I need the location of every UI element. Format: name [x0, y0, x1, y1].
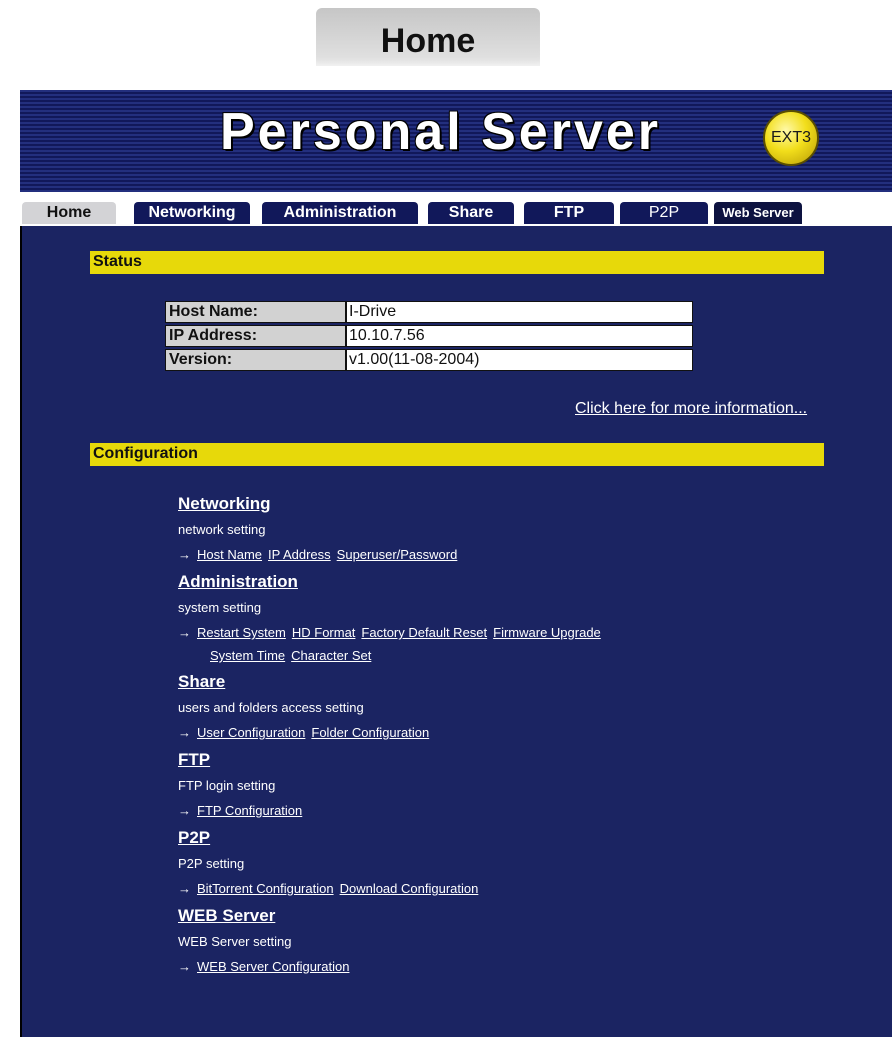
version-label: Version:	[165, 349, 346, 371]
main-nav: Home Networking Administration Share FTP…	[20, 192, 892, 226]
hd-format-link[interactable]: HD Format	[292, 625, 356, 640]
tab-home[interactable]: Home	[22, 202, 116, 224]
administration-link[interactable]: Administration	[178, 572, 298, 592]
status-heading-bar: Status	[90, 251, 824, 274]
networking-links: → Host Name IP Address Superuser/Password	[178, 547, 463, 562]
status-heading: Status	[93, 253, 142, 270]
ip-address-value: 10.10.7.56	[346, 325, 693, 347]
ftp-links: → FTP Configuration	[178, 803, 308, 818]
networking-link[interactable]: Networking	[178, 494, 271, 514]
tab-networking[interactable]: Networking	[134, 202, 250, 224]
arrow-icon: →	[178, 959, 191, 974]
ip-address-link[interactable]: IP Address	[268, 547, 331, 562]
version-value: v1.00(11-08-2004)	[346, 349, 693, 371]
tab-ftp[interactable]: FTP	[524, 202, 614, 224]
main-panel: Status Host Name: I-Drive IP Address: 10…	[20, 226, 892, 1037]
tab-web-server[interactable]: Web Server	[714, 202, 802, 224]
page-caption-text: Home	[380, 22, 476, 60]
character-set-link[interactable]: Character Set	[291, 648, 371, 663]
web-server-links: → WEB Server Configuration	[178, 959, 355, 974]
tab-p2p[interactable]: P2P	[620, 202, 708, 224]
ftp-link[interactable]: FTP	[178, 750, 210, 770]
host-name-label: Host Name:	[165, 301, 346, 323]
p2p-link[interactable]: P2P	[178, 828, 210, 848]
p2p-links: → BitTorrent Configuration Download Config…	[178, 881, 484, 896]
arrow-icon: →	[178, 803, 191, 818]
host-name-value: I-Drive	[346, 301, 693, 323]
arrow-icon: →	[178, 625, 191, 640]
arrow-icon: →	[178, 725, 191, 740]
arrow-icon: →	[178, 881, 191, 896]
bittorrent-configuration-link[interactable]: BitTorrent Configuration	[197, 881, 334, 896]
more-information-link[interactable]: Click here for more information...	[575, 400, 807, 418]
ext3-badge-label: EXT3	[770, 129, 811, 146]
web-server-configuration-link[interactable]: WEB Server Configuration	[197, 959, 349, 974]
administration-desc: system setting	[178, 600, 262, 615]
page-caption-tab: Home	[316, 8, 540, 66]
system-time-link[interactable]: System Time	[210, 648, 285, 663]
share-link[interactable]: Share	[178, 672, 225, 692]
configuration-heading: Configuration	[93, 445, 198, 462]
app-title: Personal Server	[220, 103, 662, 161]
ip-address-label: IP Address:	[165, 325, 346, 347]
arrow-icon: →	[178, 547, 191, 562]
share-desc: users and folders access setting	[178, 700, 364, 715]
configuration-heading-bar: Configuration	[90, 443, 824, 466]
restart-system-link[interactable]: Restart System	[197, 625, 286, 640]
administration-links: → Restart System HD Format Factory Default …	[178, 625, 607, 640]
folder-configuration-link[interactable]: Folder Configuration	[311, 725, 429, 740]
factory-default-reset-link[interactable]: Factory Default Reset	[361, 625, 487, 640]
firmware-upgrade-link[interactable]: Firmware Upgrade	[493, 625, 601, 640]
header-banner: Personal Server EXT3	[20, 90, 892, 192]
tab-administration[interactable]: Administration	[262, 202, 418, 224]
ext3-badge-icon: EXT3	[763, 110, 819, 166]
ftp-configuration-link[interactable]: FTP Configuration	[197, 803, 302, 818]
user-configuration-link[interactable]: User Configuration	[197, 725, 305, 740]
networking-desc: network setting	[178, 522, 266, 537]
ftp-desc: FTP login setting	[178, 778, 276, 793]
share-links: → User Configuration Folder Configuration	[178, 725, 435, 740]
host-name-link[interactable]: Host Name	[197, 547, 262, 562]
download-configuration-link[interactable]: Download Configuration	[340, 881, 479, 896]
tab-share[interactable]: Share	[428, 202, 514, 224]
superuser-password-link[interactable]: Superuser/Password	[337, 547, 458, 562]
p2p-desc: P2P setting	[178, 856, 245, 871]
administration-links-2: System Time Character Set	[210, 648, 377, 663]
web-server-desc: WEB Server setting	[178, 934, 292, 949]
web-server-link[interactable]: WEB Server	[178, 906, 275, 926]
